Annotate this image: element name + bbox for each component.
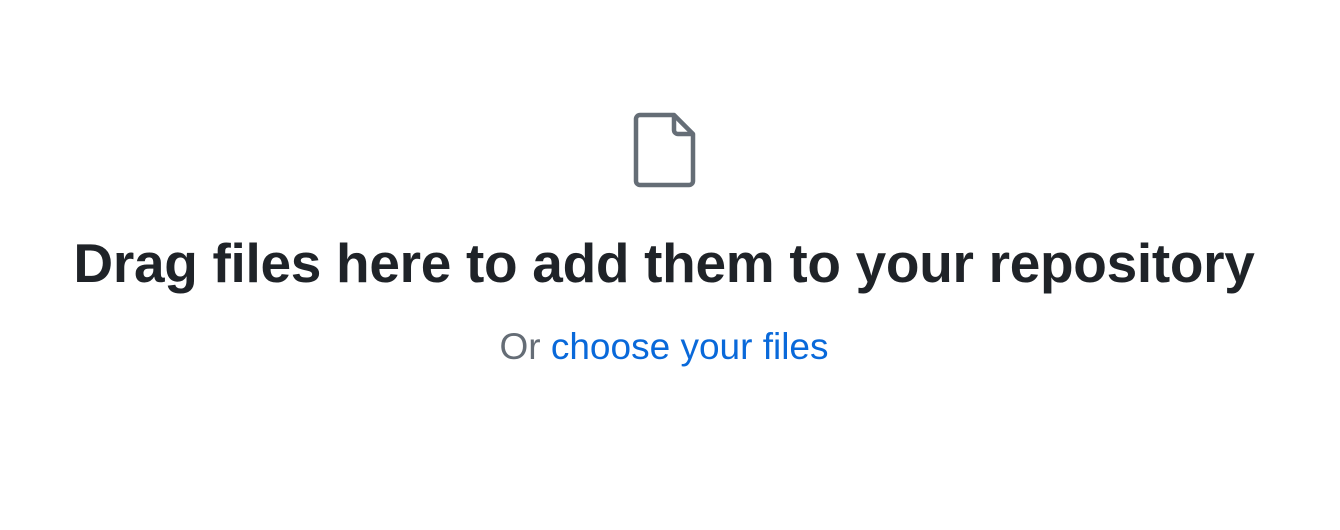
file-dropzone[interactable]: Drag files here to add them to your repo…	[0, 0, 1340, 530]
dropzone-prefix: Or	[499, 326, 541, 367]
file-icon	[632, 112, 696, 188]
dropzone-heading: Drag files here to add them to your repo…	[73, 232, 1255, 294]
choose-files-link[interactable]: choose your files	[551, 326, 829, 367]
dropzone-subline: Or choose your files	[0, 324, 1328, 370]
